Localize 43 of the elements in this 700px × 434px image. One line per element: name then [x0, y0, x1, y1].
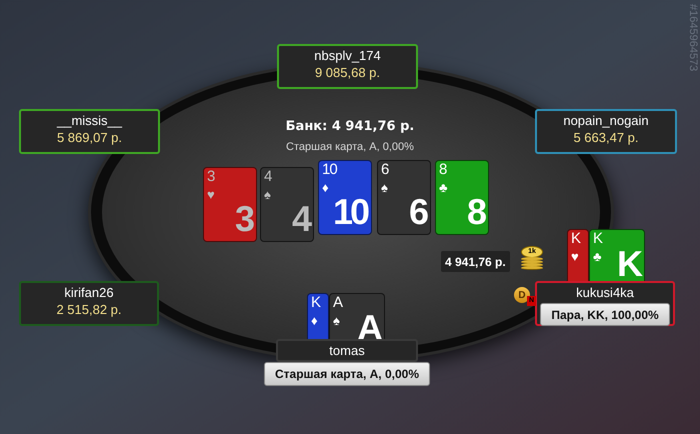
player-seat[interactable]: __missis__ 5 869,07 р.	[19, 109, 160, 154]
player-seat[interactable]: nbsplv_174 9 085,68 р.	[277, 44, 418, 89]
player-name: nopain_nogain	[563, 112, 649, 129]
suit-icon: ♣	[439, 180, 448, 195]
player-name: kirifan26	[64, 284, 114, 301]
suit-icon: ♠	[381, 180, 388, 195]
player-stack: 9 085,68 р.	[314, 64, 380, 82]
card-rank: 3	[207, 168, 214, 186]
card-rank: 8	[439, 161, 446, 179]
player-seat[interactable]: tomas	[276, 339, 418, 362]
player-stack: 5 663,47 р.	[573, 129, 639, 147]
card-face-rank: 10	[332, 192, 367, 232]
suit-icon: ♠	[264, 187, 271, 202]
bet-amount: 4 941,76 р.	[441, 251, 510, 272]
card-rank: K	[311, 294, 320, 312]
suit-icon: ♦	[311, 313, 318, 328]
hand-label: Старшая карта, A, 0,00%	[264, 362, 430, 386]
player-name: nbsplv_174	[314, 47, 381, 64]
player-name: kukusi4ka	[576, 284, 634, 301]
card-face-rank: 8	[466, 192, 484, 232]
card-rank: 10	[322, 161, 337, 179]
suit-icon: ♠	[333, 313, 340, 328]
card-face-rank: 6	[408, 192, 426, 232]
card-rank: A	[333, 294, 342, 312]
suit-icon: ♥	[207, 187, 215, 202]
suit-icon: ♦	[322, 180, 329, 195]
suit-icon: ♣	[593, 249, 602, 264]
board-hand-name: Старшая карта, A, 0,00%	[285, 140, 415, 155]
card-face-rank: 4	[292, 199, 309, 239]
player-seat[interactable]: kirifan26 2 515,82 р.	[19, 281, 159, 326]
card-rank: K	[571, 230, 580, 248]
card-rank: 4	[264, 168, 272, 186]
player-name: __missis__	[56, 112, 122, 129]
card-face-rank: 3	[234, 199, 252, 239]
player-stack: 5 869,07 р.	[56, 129, 122, 147]
suit-icon: ♥	[571, 249, 579, 264]
pot-amount: Банк: 4 941,76 р.	[284, 118, 416, 136]
card-rank: 6	[381, 161, 388, 179]
card-rank: K	[593, 230, 602, 248]
player-seat[interactable]: nopain_nogain 5 663,47 р.	[535, 109, 677, 154]
card-face-rank: K	[617, 244, 640, 284]
player-stack: 2 515,82 р.	[56, 301, 122, 319]
hand-label: Пара, KK, 100,00%	[540, 303, 670, 326]
